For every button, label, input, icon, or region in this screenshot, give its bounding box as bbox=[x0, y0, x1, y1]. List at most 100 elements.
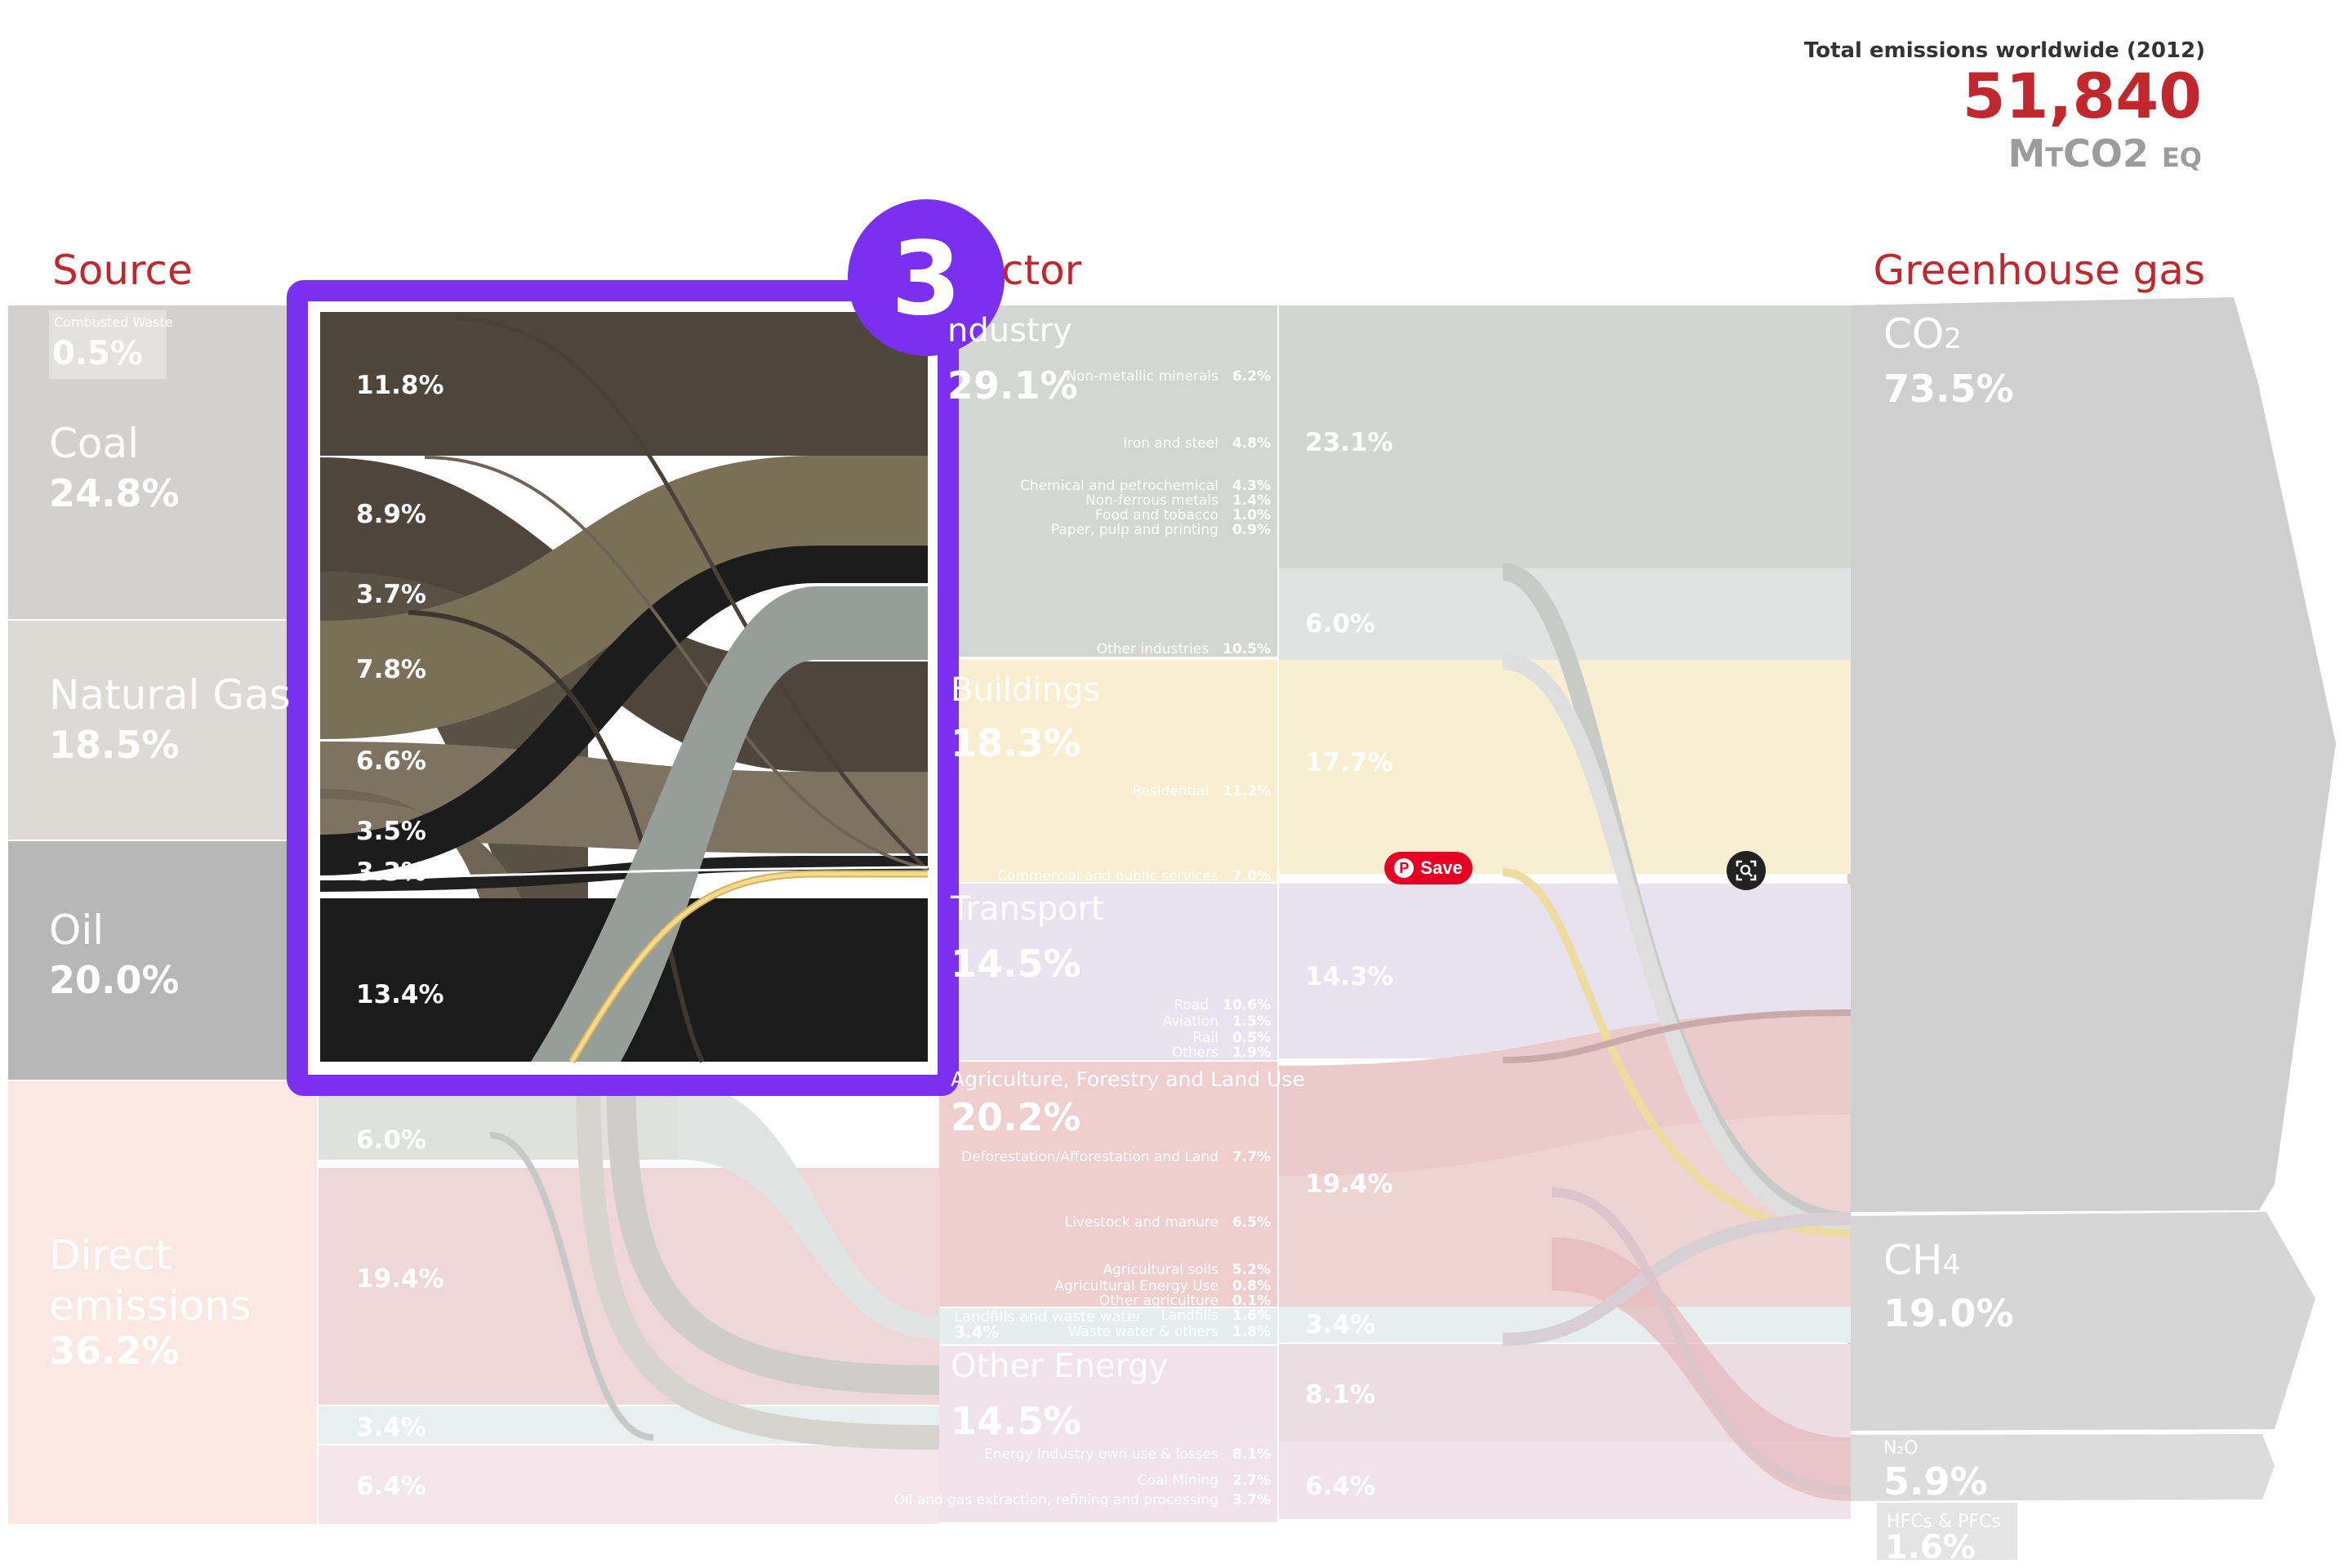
sector-sublabel-gap bbox=[1219, 478, 1232, 494]
sector-sublabel-value: 10.6% bbox=[1223, 997, 1271, 1013]
source-value-natural-gas: 18.5% bbox=[49, 723, 180, 767]
sector-sublabel-value: 10.5% bbox=[1223, 641, 1271, 657]
sector-sublabel-value: 6.2% bbox=[1232, 368, 1271, 385]
sector-sublabel-name: Paper, pulp and printing bbox=[1051, 522, 1219, 538]
sector-sublabel-name: Non-ferrous metals bbox=[1085, 492, 1219, 509]
sector-sublabel-value: 7.0% bbox=[1232, 868, 1271, 884]
sector-sublabel-gap bbox=[1209, 997, 1223, 1013]
sector-gas-label-2: 17.7% bbox=[1305, 748, 1393, 777]
sector-sublabel-value: 2.7% bbox=[1232, 1472, 1271, 1489]
sector-sublabel-gap bbox=[1219, 1293, 1232, 1309]
sector-sublabel-name: Non-metallic minerals bbox=[1066, 368, 1219, 385]
highlight-flow-label-1: 8.9% bbox=[356, 500, 426, 529]
sector-sublabel-0-6: Other industries 10.5% bbox=[1097, 641, 1271, 657]
sector-sublabel-name: Livestock and manure bbox=[1065, 1214, 1219, 1231]
sector-sublabel-value: 1.9% bbox=[1232, 1045, 1271, 1061]
highlight-flow-label-3: 7.8% bbox=[356, 655, 426, 684]
source-name-direct-line1: Direct bbox=[49, 1232, 172, 1279]
sector-sublabel-gap bbox=[1219, 435, 1232, 452]
gas-value-ch4: 19.0% bbox=[1883, 1291, 2014, 1335]
sector-sublabel-name: Aviation bbox=[1162, 1013, 1218, 1030]
sector-sublabel-name: Other industries bbox=[1097, 641, 1209, 657]
sector-sublabel-name: Road bbox=[1174, 997, 1209, 1013]
sector-sublabel-gap bbox=[1209, 641, 1223, 657]
sector-sublabel-gap bbox=[1219, 507, 1232, 523]
highlight-flow-label-6: 3.3% bbox=[356, 858, 426, 887]
sector-sublabel-gap bbox=[1219, 1492, 1232, 1508]
sector-sublabel-0-5: Paper, pulp and printing 0.9% bbox=[1051, 522, 1271, 538]
sector-sublabel-0-0: Non-metallic minerals 6.2% bbox=[1066, 368, 1271, 385]
sector-sublabel-2-2: Rail 0.5% bbox=[1193, 1030, 1271, 1046]
sector-name-transport: Transport bbox=[950, 890, 1104, 928]
sector-sublabel-value: 0.8% bbox=[1232, 1278, 1271, 1294]
sector-sublabel-4-1: Waste water & others 1.8% bbox=[1068, 1324, 1271, 1340]
sector-sublabel-value: 1.5% bbox=[1232, 1013, 1271, 1030]
direct-flow-label-1: 19.4% bbox=[356, 1264, 444, 1294]
sector-sublabel-name: Landfills bbox=[1161, 1307, 1219, 1324]
sector-sublabel-name: Agricultural Energy Use bbox=[1054, 1278, 1219, 1294]
sector-value-energy: 14.5% bbox=[951, 1399, 1081, 1443]
sector-sublabel-name: Residential bbox=[1132, 783, 1209, 800]
sector-value-buildings: 18.3% bbox=[951, 721, 1081, 765]
sector-sublabel-name: Chemical and petrochemical bbox=[1020, 478, 1219, 494]
sector-sublabel-1-0: Residential 11.2% bbox=[1132, 783, 1271, 800]
sector-sublabel-value: 1.8% bbox=[1232, 1324, 1271, 1340]
sector-sublabel-gap bbox=[1219, 1214, 1232, 1231]
highlight-flow-label-5: 3.5% bbox=[356, 817, 426, 846]
sector-sublabel-2-1: Aviation 1.5% bbox=[1162, 1013, 1271, 1030]
source-value-coal: 24.8% bbox=[49, 471, 180, 515]
sector-sublabel-5-0: Energy industry own use & losses 8.1% bbox=[984, 1446, 1271, 1463]
sector-sublabel-value: 6.5% bbox=[1232, 1214, 1271, 1231]
sankey-chart: 3 Total emissions worldwide (2012) 51,84… bbox=[8, 38, 2336, 1566]
sector-gas-label-0: 23.1% bbox=[1305, 428, 1393, 457]
sector-sublabel-3-4: Other agriculture 0.1% bbox=[1099, 1293, 1271, 1309]
gas-value-n2o: 5.9% bbox=[1883, 1459, 1988, 1503]
sector-name-industry: ndustry bbox=[947, 312, 1072, 350]
gas-name-n2o: N₂O bbox=[1883, 1438, 1918, 1459]
sector-sublabel-gap bbox=[1219, 1030, 1232, 1046]
highlight-flow-label-4: 6.6% bbox=[356, 746, 426, 776]
sector-sublabel-name: Coal Mining bbox=[1138, 1472, 1219, 1489]
highlight-flow-label-0: 11.8% bbox=[356, 371, 444, 400]
sector-sublabel-value: 5.2% bbox=[1232, 1262, 1271, 1278]
source-name-waste: Combusted Waste bbox=[54, 314, 173, 330]
column-header-gas: Greenhouse gas bbox=[1873, 247, 2205, 294]
direct-flow-label-2: 3.4% bbox=[356, 1413, 426, 1442]
column-header-source: Source bbox=[52, 247, 193, 294]
sector-sublabel-name: Other agriculture bbox=[1099, 1293, 1219, 1309]
sector-sublabel-gap bbox=[1219, 368, 1232, 385]
gas-name-ch4-main: CH bbox=[1883, 1236, 1943, 1284]
sector-gas-label-5: 3.4% bbox=[1305, 1310, 1375, 1339]
sector-sublabel-1-1: Commercial and public services 7.0% bbox=[997, 868, 1271, 884]
sector-value-waste: 3.4% bbox=[954, 1322, 999, 1342]
sector-sublabel-gap bbox=[1219, 1262, 1232, 1278]
total-emissions-value: 51,840 bbox=[1963, 60, 2202, 132]
gas-name-co2-sub: 2 bbox=[1944, 323, 1962, 355]
sector-sublabel-gap bbox=[1219, 868, 1232, 884]
visual-search-icon bbox=[1736, 860, 1757, 881]
sector-sublabel-0-2: Chemical and petrochemical 4.3% bbox=[1020, 478, 1271, 494]
sector-sublabel-0-1: Iron and steel 4.8% bbox=[1123, 435, 1271, 452]
sector-sublabel-5-2: Oil and gas extraction, refining and pro… bbox=[893, 1492, 1271, 1508]
sector-sublabel-gap bbox=[1219, 522, 1232, 538]
sector-name-buildings: Buildings bbox=[951, 671, 1100, 709]
sector-sublabel-value: 11.2% bbox=[1223, 783, 1271, 800]
sector-sublabel-value: 3.7% bbox=[1232, 1492, 1271, 1508]
sector-sublabel-2-0: Road 10.6% bbox=[1174, 997, 1271, 1013]
pinterest-icon: P bbox=[1394, 858, 1415, 878]
sector-gas-label-6: 8.1% bbox=[1305, 1380, 1375, 1410]
sector-sublabel-name: Deforestation/Afforestation and Land bbox=[961, 1149, 1219, 1165]
source-name-direct-line2: emissions bbox=[49, 1282, 252, 1330]
sector-sublabel-gap bbox=[1219, 1324, 1232, 1340]
sector-sublabel-gap bbox=[1219, 1045, 1232, 1061]
source-value-waste: 0.5% bbox=[52, 335, 143, 372]
column-header-sector: ctor bbox=[1001, 247, 1082, 294]
pinterest-save-button[interactable]: P Save bbox=[1384, 852, 1473, 884]
gas-arrow-co2 bbox=[1847, 297, 2336, 1212]
visual-search-button[interactable] bbox=[1727, 851, 1766, 890]
direct-flow-label-0: 6.0% bbox=[356, 1125, 426, 1155]
sector-sublabel-2-3: Others 1.9% bbox=[1172, 1045, 1271, 1061]
sector-sublabel-0-3: Non-ferrous metals 1.4% bbox=[1085, 492, 1271, 509]
sector-sublabel-name: Oil and gas extraction, refining and pro… bbox=[893, 1492, 1218, 1508]
source-name-natural-gas: Natural Gas bbox=[49, 671, 291, 719]
